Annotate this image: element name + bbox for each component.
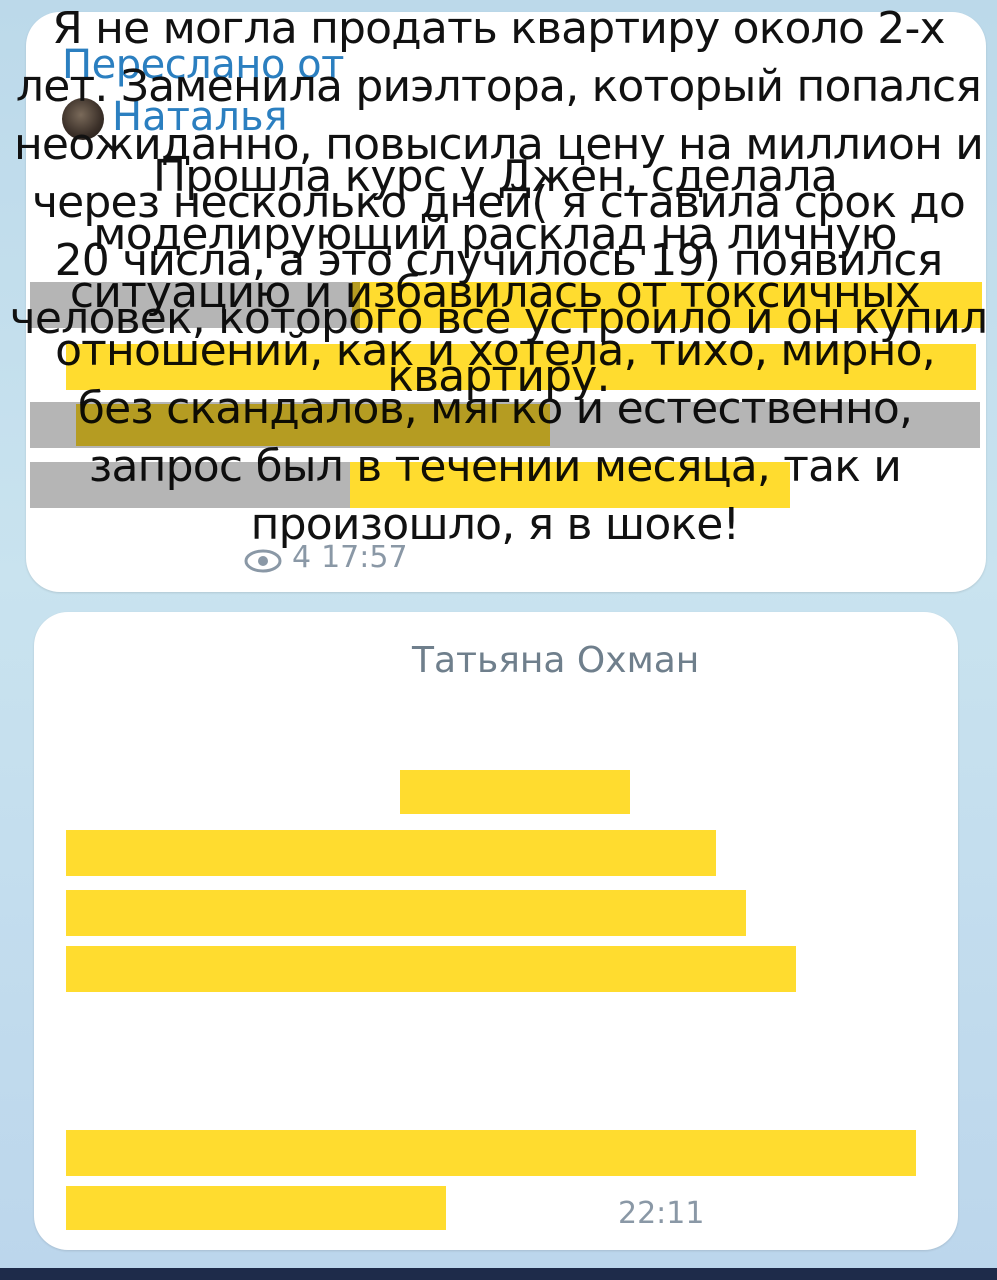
highlight-strip	[66, 946, 796, 992]
highlight-strip	[66, 344, 976, 390]
highlight-strip	[30, 282, 360, 328]
eye-icon	[244, 546, 282, 572]
highlight-strip	[66, 1186, 446, 1230]
highlight-strip	[66, 830, 716, 876]
message-time: 22:11	[618, 1196, 705, 1231]
bottom-bar	[0, 1268, 997, 1280]
highlight-strip	[400, 770, 630, 814]
highlight-strip	[76, 404, 550, 446]
highlight-strip	[30, 462, 350, 508]
message-meta: 22:11	[618, 1196, 704, 1231]
sender-name[interactable]: Татьяна Охман	[412, 640, 699, 681]
view-count: 4	[292, 540, 312, 575]
highlight-strip	[350, 462, 790, 508]
message-time: 17:57	[321, 540, 408, 575]
highlight-strip	[352, 282, 982, 328]
highlight-strip	[66, 1130, 916, 1176]
highlight-strip	[66, 890, 746, 936]
message-meta: 4 17:57	[244, 540, 408, 575]
